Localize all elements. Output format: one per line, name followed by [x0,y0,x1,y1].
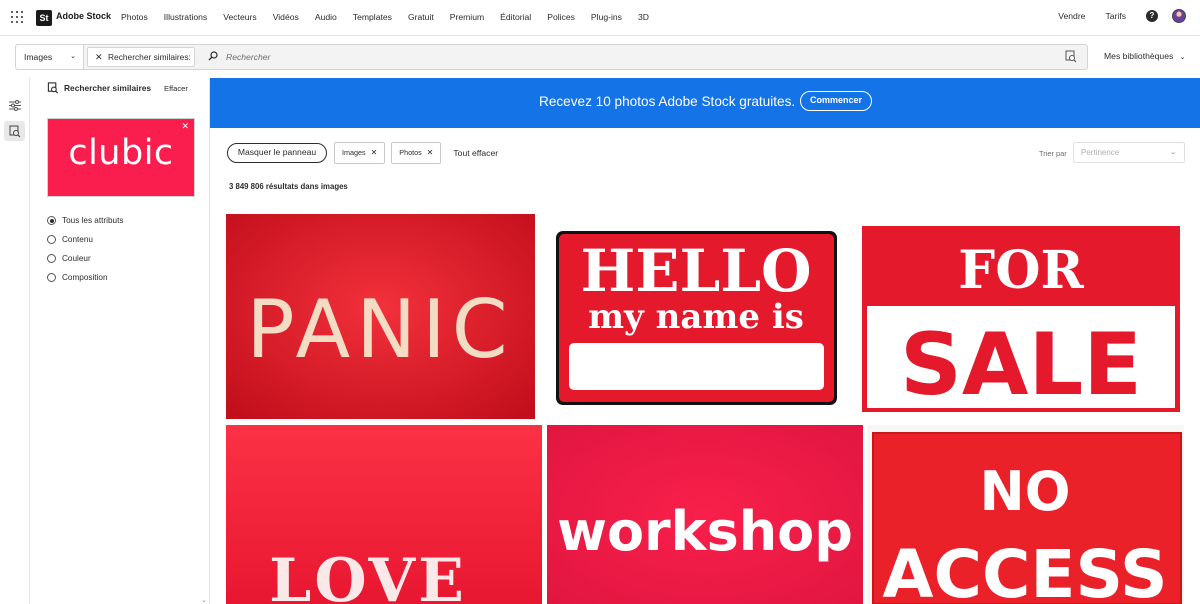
nav-item-premium[interactable]: Premium [450,12,484,22]
avatar[interactable] [1172,9,1186,23]
radio-all-attributes[interactable]: Tous les attributs [47,211,123,230]
radio-label: Contenu [62,235,93,244]
radio-icon[interactable] [47,254,56,263]
help-icon[interactable]: ? [1146,10,1158,22]
search-bar: Images ⌄ ✕ Rechercher similaires: [15,44,1088,70]
radio-selected-icon[interactable] [47,216,56,225]
reference-image-thumbnail: clubic ✕ [47,118,195,197]
radio-content[interactable]: Contenu [47,230,123,249]
asset-type-dropdown[interactable]: Images ⌄ [16,45,84,69]
filter-chip-images[interactable]: Images ✕ [334,142,386,164]
image-text: NO [979,460,1070,523]
chevron-down-icon: ⌄ [70,53,76,60]
clear-button[interactable]: Effacer [164,84,188,93]
result-image[interactable]: LOVE [226,425,542,604]
image-text: FOR [958,240,1084,301]
top-navigation: St Adobe Stock Photos Illustrations Vect… [0,0,1200,36]
nav-item-photos[interactable]: Photos [121,12,148,22]
radio-label: Composition [62,273,108,282]
image-text: SALE [900,315,1142,415]
chevron-down-icon: ⌄ [1170,149,1176,156]
main-content: Recevez 10 photos Adobe Stock gratuites.… [210,78,1200,604]
my-libraries-label: Mes bibliothèques [1104,51,1174,61]
nav-item-polices[interactable]: Polices [547,12,575,22]
attribute-radio-group: Tous les attributs Contenu Couleur Compo… [47,211,123,287]
nav-item-editorial[interactable]: Éditorial [500,12,531,22]
image-text: PANIC [246,283,513,376]
radio-color[interactable]: Couleur [47,249,123,268]
sort-label: Trier par [1039,149,1067,158]
close-icon[interactable]: ✕ [371,148,378,157]
radio-label: Tous les attributs [62,216,124,225]
clear-all-button[interactable]: Tout effacer [453,148,498,158]
filter-chip-label: Photos [399,148,422,157]
adobe-stock-logo-icon[interactable]: St [36,10,52,26]
result-image[interactable]: FOR SALE [858,214,1184,419]
asset-type-value: Images [24,52,53,62]
result-image[interactable]: workshop [547,425,863,604]
sort-value: Pertinence [1081,148,1120,157]
radio-icon[interactable] [47,273,56,282]
radio-icon[interactable] [47,235,56,244]
nav-item-illustrations[interactable]: Illustrations [164,12,207,22]
nav-menu: Photos Illustrations Vecteurs Vidéos Aud… [121,12,649,22]
search-icon [208,51,218,61]
nav-item-videos[interactable]: Vidéos [273,12,299,22]
nav-item-3d[interactable]: 3D [638,12,649,22]
nav-item-vecteurs[interactable]: Vecteurs [223,12,256,22]
close-icon[interactable]: ✕ [181,121,189,132]
apps-grid-icon[interactable] [11,11,23,23]
image-text: workshop [557,500,853,563]
image-text: LOVE [269,546,467,604]
image-text: ACCESS [882,536,1167,604]
filters-button[interactable] [4,95,25,115]
image-text: my name is [588,297,804,337]
similar-search-panel: Rechercher similaires Effacer clubic ✕ T… [30,78,210,604]
search-row: Images ⌄ ✕ Rechercher similaires: Mes bi… [0,36,1200,78]
filter-chip-label: Images [342,148,366,157]
chevron-down-icon: ⌄ [1179,54,1186,61]
pricing-link[interactable]: Tarifs [1105,11,1126,21]
nav-item-gratuit[interactable]: Gratuit [408,12,434,22]
nav-item-templates[interactable]: Templates [353,12,392,22]
close-icon[interactable]: ✕ [427,148,434,157]
visual-search-icon[interactable] [1065,50,1077,63]
search-similar-chip[interactable]: ✕ Rechercher similaires: [87,47,195,67]
scroll-down-icon[interactable]: ⌄ [201,596,207,604]
visual-search-icon [9,125,20,137]
sliders-icon [8,99,21,111]
result-image[interactable]: PANIC [226,214,535,419]
promo-start-button[interactable]: Commencer [800,91,872,111]
nav-item-audio[interactable]: Audio [315,12,337,22]
radio-label: Couleur [62,254,91,263]
visual-search-icon [47,82,59,94]
close-icon[interactable]: ✕ [95,48,103,66]
results-count: 3 849 806 résultats dans images [229,182,348,191]
hide-panel-button[interactable]: Masquer le panneau [227,143,327,163]
sort-dropdown[interactable]: Pertinence ⌄ [1073,142,1185,163]
promo-banner: Recevez 10 photos Adobe Stock gratuites.… [210,78,1200,128]
radio-composition[interactable]: Composition [47,268,123,287]
image-text: HELLO [580,237,811,305]
result-image[interactable]: NO ACCESS [867,425,1184,604]
search-input[interactable] [226,48,1046,66]
similar-search-button[interactable] [4,121,25,141]
panel-title: Rechercher similaires [64,83,152,93]
adobe-stock-logo-text[interactable]: Adobe Stock [56,11,111,21]
sell-link[interactable]: Vendre [1058,11,1085,21]
result-image[interactable]: HELLO my name is [542,214,853,419]
reference-image-text: clubic [68,133,174,173]
filter-chips: Masquer le panneau Images ✕ Photos ✕ Tout … [227,142,498,164]
nav-right: Vendre Tarifs ? [1058,9,1186,23]
nav-item-plugins[interactable]: Plug-ins [591,12,622,22]
left-rail [0,78,30,604]
promo-text: Recevez 10 photos Adobe Stock gratuites. [539,94,796,109]
my-libraries-dropdown[interactable]: Mes bibliothèques ⌄ [1104,51,1186,61]
filter-chip-photos[interactable]: Photos ✕ [391,142,442,164]
search-similar-chip-label: Rechercher similaires: [108,52,191,62]
